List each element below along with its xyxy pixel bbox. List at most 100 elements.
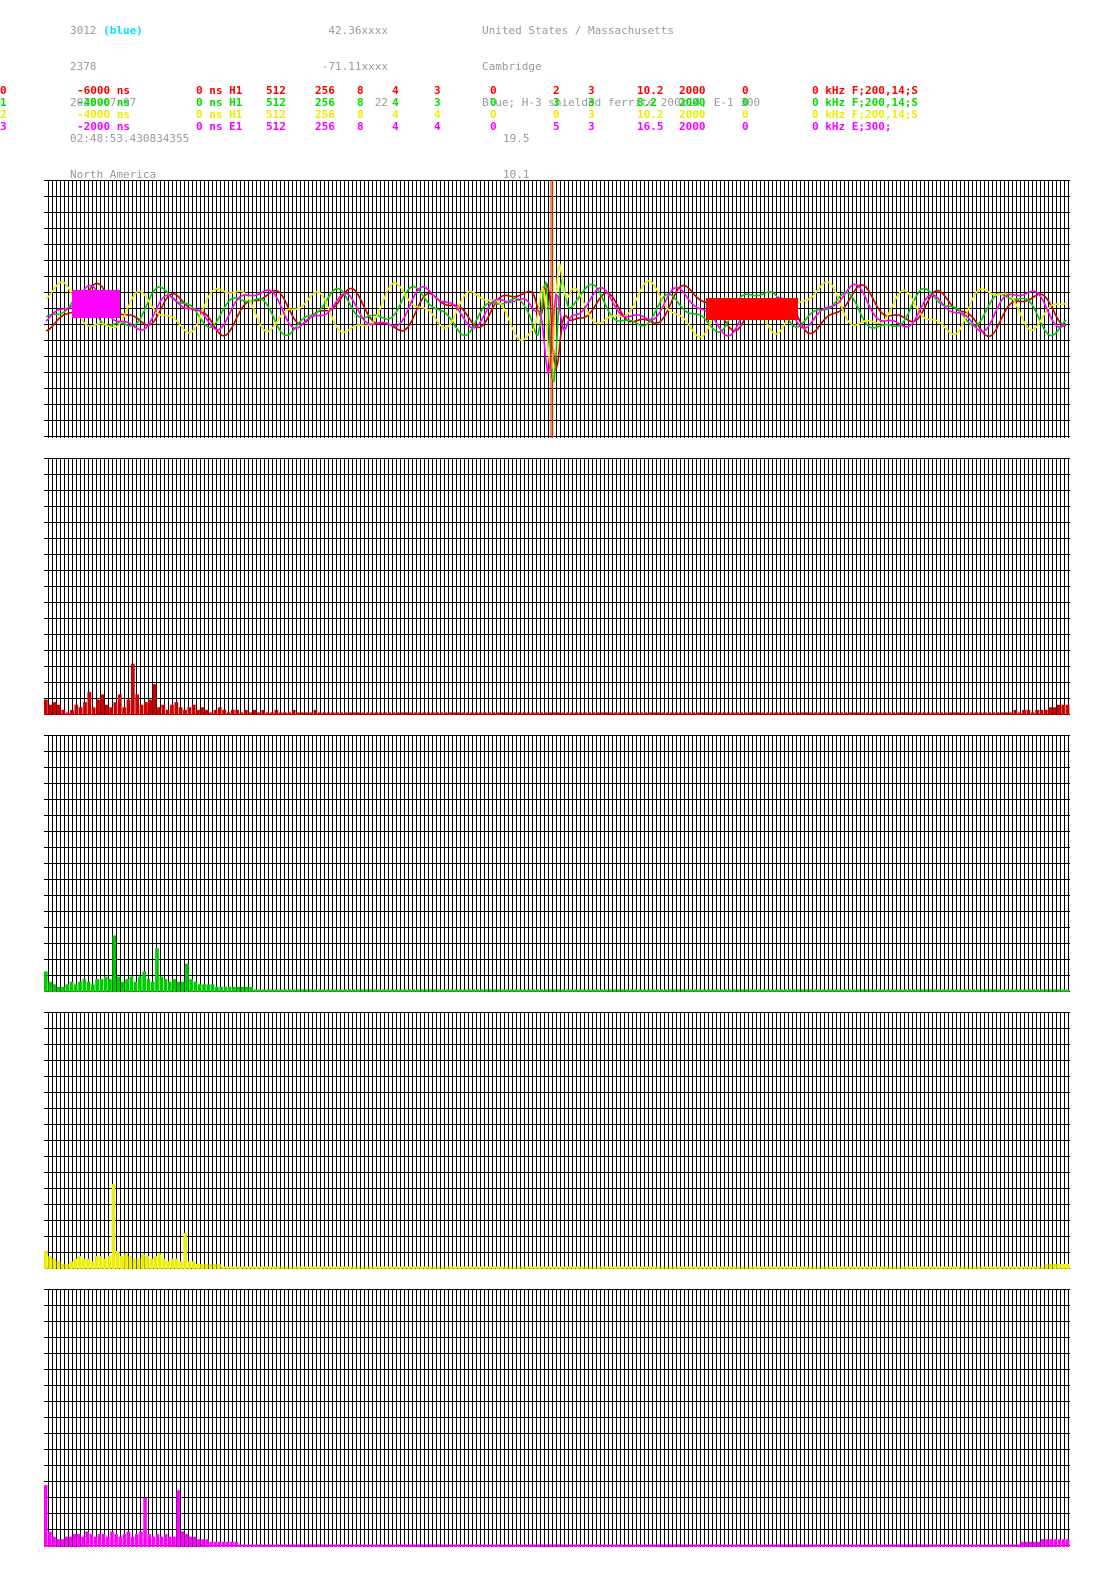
spectrum-bar [532,1544,536,1547]
spectrum-bar [398,989,403,992]
spectrum-bar [143,1497,147,1547]
channel-cell: 3 [0,120,7,133]
spectrum-bar [1040,1266,1045,1269]
spectrum-bar [983,1544,987,1547]
grid-lines [44,735,1070,992]
spectrum-bar [313,989,318,992]
channel-row: 3 -2000 ns 0 ns E1 512 256 8 4 4 0 5 3 16.5 2000 0 0 k… [0,121,1095,133]
spectrum-bar [313,709,318,715]
spectrum-bar [1015,1266,1019,1269]
spectrum-bar [838,1544,842,1547]
spectrum-bar [867,1266,871,1269]
spectrum-bar [85,1531,89,1547]
spectrum-bar [187,707,192,715]
spectrum-bar [117,694,122,715]
spectrum-bar [335,712,340,715]
spectrum-bar [147,1534,151,1547]
spectrum-bar [300,989,305,992]
spectrum-bar [130,1536,135,1547]
spectrum-bar [366,1544,371,1547]
spectrum-bar [52,1536,56,1547]
spectrum-bar [544,989,548,992]
spectrum-bar [804,1266,808,1269]
spectrum-bar [411,1266,415,1269]
spectrum-bar [749,989,754,992]
spectrum-bar [288,1266,293,1269]
spectrum-bar [714,1544,718,1547]
spectrum-bar [954,1544,958,1547]
spectrum-bar [155,1534,160,1547]
spectrum-bar [614,1544,619,1547]
spectrum-bar [1035,709,1039,715]
spectrum-bar [1001,989,1006,992]
spectrum-bar [150,981,155,992]
spectrum-bar [1065,704,1070,715]
spectrum-bar [791,712,796,715]
spectrum-bar [614,1266,618,1269]
spectrum-bar [112,935,117,992]
spectrum-bar [935,712,939,715]
spectrum-bar [521,1266,525,1269]
spectrum-bar [664,1544,669,1547]
spectrum-bar [903,989,907,992]
spectrum-bar [120,1256,124,1269]
spectrum-bar [234,1266,238,1269]
spectrum-bar [763,1544,768,1547]
spectrum-bar [213,1541,218,1547]
spectrum-bar [163,979,168,992]
spectrum-bar [391,1544,396,1547]
spectrum-bar [956,1266,960,1269]
spectrum-bar [846,1266,850,1269]
spectrum-bar [155,948,159,992]
spectrum-bar [592,1266,597,1269]
spectrum-bar [478,1544,482,1547]
spectrum-bar [920,989,925,992]
spectrum-bar [249,986,253,992]
spectrum-bar [230,1541,234,1547]
spectrum-bar [702,989,707,992]
spectrum-bar [450,989,454,992]
spectrum-bar [557,1544,561,1547]
channel-cell: -2000 ns [77,120,130,133]
spectrum-bar [808,1266,812,1269]
spectrum-bar [1010,989,1014,992]
spectrum-bar [570,712,574,715]
spectrum-bar [561,989,565,992]
spectrum-bar [722,1544,727,1547]
spectrum-bar [1010,1266,1015,1269]
spectrum-bar [846,1544,851,1547]
spectrum-bar [668,1544,673,1547]
spectrum-bar [609,1266,614,1269]
spectrum-bar [937,1544,942,1547]
spectrum-bar [606,1544,611,1547]
spectrum-bar [318,1266,323,1269]
spectrum-bar [775,989,779,992]
spectrum-bar [1065,1263,1070,1269]
spectrum-bar [922,712,926,715]
time-label: 02:48:53.430834355 [70,132,190,145]
spectrum-bar [1039,709,1044,715]
spectrum-bar [736,1266,741,1269]
spectrum-bar [304,712,309,715]
spectrum-bar [394,989,399,992]
spectrum-bar [243,709,248,715]
spectrum-bar [610,1544,615,1547]
spectrum-bar [462,989,467,992]
spectrum-bar [509,712,513,715]
spectrum-bar [276,1266,280,1269]
spectrum-bar [812,1266,817,1269]
spectrum-bar [526,712,531,715]
spectrum-bar [52,702,57,715]
spectrum-bar [753,1266,757,1269]
spectrum-bar [674,712,679,715]
spectrum-bar [783,712,787,715]
spectrum-bar [792,989,796,992]
spectrum-bar [540,1544,544,1547]
latitude: 42.36xxxx [328,24,388,37]
spectrum-bar [683,712,687,715]
spectrum-bar [544,1544,549,1547]
spectrum-bar [487,712,492,715]
spectrum-bar [796,712,800,715]
spectrum-bar [453,1266,458,1269]
spectrum-bar [630,712,635,715]
